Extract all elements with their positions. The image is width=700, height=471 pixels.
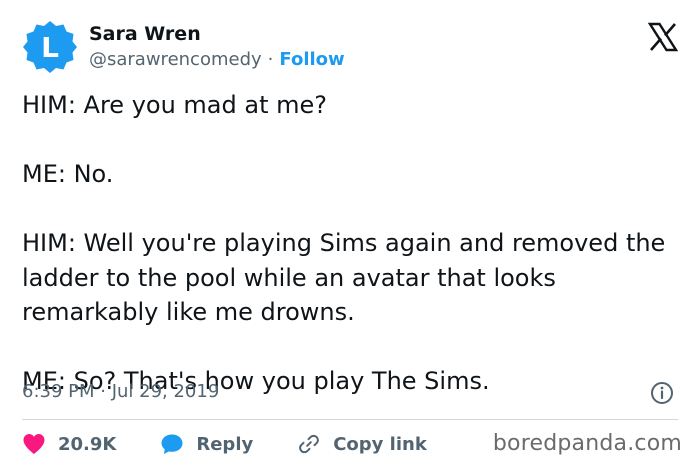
- reply-label: Reply: [196, 433, 254, 455]
- tweet-header: L Sara Wren @sarawrencomedy · Follow: [22, 19, 345, 75]
- like-button[interactable]: 20.9K: [22, 433, 116, 455]
- tweet-paragraph: HIM: Are you mad at me?: [22, 91, 328, 119]
- tweet-card: L Sara Wren @sarawrencomedy · Follow HIM…: [0, 0, 700, 471]
- watermark: boredpanda.com: [492, 431, 682, 456]
- display-name[interactable]: Sara Wren: [89, 21, 345, 47]
- follow-button[interactable]: Follow: [279, 47, 344, 73]
- reply-icon: [161, 434, 183, 454]
- link-icon: [299, 434, 320, 454]
- tweet-paragraph: HIM: Well you're playing Sims again and …: [22, 229, 666, 326]
- user-info: Sara Wren @sarawrencomedy · Follow: [89, 21, 345, 73]
- avatar[interactable]: L: [22, 19, 78, 75]
- x-logo-icon[interactable]: [648, 22, 678, 52]
- reply-button[interactable]: Reply: [160, 433, 253, 455]
- copy-link-label: Copy link: [333, 433, 427, 455]
- like-count: 20.9K: [58, 433, 117, 455]
- separator: ·: [267, 49, 274, 70]
- tweet-timestamp[interactable]: 6:39 PM · Jul 29, 2019: [22, 378, 219, 406]
- tweet-paragraph: ME: No.: [22, 160, 114, 188]
- tweet-text: HIM: Are you mad at me? ME: No. HIM: Wel…: [22, 88, 682, 399]
- avatar-letter: L: [41, 30, 59, 64]
- copy-link-button[interactable]: Copy link: [297, 432, 427, 456]
- handle-line: @sarawrencomedy · Follow: [89, 47, 345, 73]
- user-handle[interactable]: @sarawrencomedy: [89, 47, 262, 73]
- action-bar: 20.9K Reply Copy link: [22, 430, 471, 458]
- info-icon[interactable]: [650, 381, 674, 405]
- heart-icon: [23, 434, 45, 454]
- divider: [22, 419, 678, 420]
